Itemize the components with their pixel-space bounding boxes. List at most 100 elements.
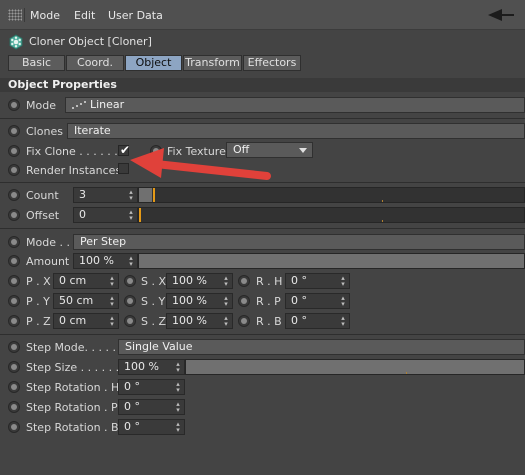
scale-x-value: 100 % — [172, 274, 207, 287]
menu-mode[interactable]: Mode — [30, 9, 60, 22]
menu-edit[interactable]: Edit — [74, 9, 95, 22]
step-size-anim-dot[interactable] — [8, 361, 20, 373]
tab-object[interactable]: Object — [125, 55, 182, 71]
tab-basic[interactable]: Basic — [8, 55, 65, 71]
offset-slider[interactable] — [138, 207, 525, 223]
step-rot-p-label: Step Rotation . P — [26, 401, 118, 414]
clones-dropdown[interactable]: Iterate — [67, 123, 525, 139]
spinner-icon[interactable]: ▴ ▾ — [340, 315, 346, 328]
step-mode-anim-dot[interactable] — [8, 341, 20, 353]
step-rot-h-input[interactable]: 0 ° ▴ ▾ — [118, 379, 185, 395]
step-rot-b-anim-dot[interactable] — [8, 421, 20, 433]
pos-x-anim-dot[interactable] — [8, 275, 20, 287]
amount-value: 100 % — [79, 254, 114, 267]
spinner-icon[interactable]: ▴ ▾ — [223, 275, 229, 288]
clones-anim-dot[interactable] — [8, 125, 20, 137]
pos-y-label: P . Y — [26, 295, 50, 308]
amount-anim-dot[interactable] — [8, 255, 20, 267]
tab-coord[interactable]: Coord. — [66, 55, 124, 71]
pos-z-value: 0 cm — [59, 314, 87, 327]
fix-clone-anim-dot[interactable] — [8, 145, 20, 157]
object-title: Cloner Object [Cloner] — [29, 35, 152, 48]
spinner-icon[interactable]: ▴ ▾ — [128, 189, 134, 202]
count-anim-dot[interactable] — [8, 189, 20, 201]
rot-p-anim-dot[interactable] — [238, 295, 250, 307]
spinner-icon[interactable]: ▴ ▾ — [109, 295, 115, 308]
mode-anim-dot[interactable] — [8, 99, 20, 111]
spinner-icon[interactable]: ▴ ▾ — [109, 275, 115, 288]
tab-effectors[interactable]: Effectors — [243, 55, 301, 71]
slider-tick — [382, 220, 383, 222]
spinner-icon[interactable]: ▴ ▾ — [175, 381, 181, 394]
step-rot-b-input[interactable]: 0 ° ▴ ▾ — [118, 419, 185, 435]
scale-z-anim-dot[interactable] — [124, 315, 136, 327]
spinner-icon[interactable]: ▴ ▾ — [128, 209, 134, 222]
count-slider[interactable] — [138, 187, 525, 203]
offset-slider-handle[interactable] — [139, 208, 141, 222]
spinner-icon[interactable]: ▴ ▾ — [223, 315, 229, 328]
spinner-icon[interactable]: ▴ ▾ — [109, 315, 115, 328]
step-rot-p-input[interactable]: 0 ° ▴ ▾ — [118, 399, 185, 415]
offset-value: 0 — [79, 208, 86, 221]
pos-x-input[interactable]: 0 cm ▴ ▾ — [53, 273, 119, 289]
step-block-mode-value: Per Step — [80, 235, 127, 248]
scale-x-anim-dot[interactable] — [124, 275, 136, 287]
render-instances-anim-dot[interactable] — [8, 164, 20, 176]
amount-input[interactable]: 100 % ▴ ▾ — [73, 253, 138, 269]
scale-z-input[interactable]: 100 % ▴ ▾ — [166, 313, 233, 329]
spinner-icon[interactable]: ▴ ▾ — [223, 295, 229, 308]
mode-dropdown[interactable]: Linear — [65, 97, 525, 113]
rot-b-input[interactable]: 0 ° ▴ ▾ — [285, 313, 350, 329]
step-block-mode-label: Mode . . — [26, 236, 70, 249]
pos-z-input[interactable]: 0 cm ▴ ▾ — [53, 313, 119, 329]
annotation-arrow — [130, 148, 271, 180]
grip-icon[interactable] — [8, 9, 22, 21]
rot-h-input[interactable]: 0 ° ▴ ▾ — [285, 273, 350, 289]
scale-y-anim-dot[interactable] — [124, 295, 136, 307]
section-header: Object Properties — [0, 78, 525, 92]
scale-y-label: S . Y — [141, 295, 166, 308]
step-mode-dropdown[interactable]: Single Value — [118, 339, 525, 355]
clones-label: Clones — [26, 125, 63, 138]
step-rot-h-value: 0 ° — [124, 380, 140, 393]
cloner-icon — [9, 34, 23, 50]
divider — [0, 228, 525, 229]
offset-input[interactable]: 0 ▴ ▾ — [73, 207, 138, 223]
spinner-icon[interactable]: ▴ ▾ — [128, 255, 134, 268]
spinner-icon[interactable]: ▴ ▾ — [340, 295, 346, 308]
linear-mode-icon — [72, 101, 86, 109]
scale-x-input[interactable]: 100 % ▴ ▾ — [166, 273, 233, 289]
divider — [0, 334, 525, 335]
count-slider-handle[interactable] — [153, 188, 155, 202]
rot-p-input[interactable]: 0 ° ▴ ▾ — [285, 293, 350, 309]
divider — [0, 118, 525, 119]
count-input[interactable]: 3 ▴ ▾ — [73, 187, 138, 203]
pos-y-anim-dot[interactable] — [8, 295, 20, 307]
spinner-icon[interactable]: ▴ ▾ — [175, 421, 181, 434]
amount-slider[interactable] — [138, 253, 525, 269]
step-rot-h-anim-dot[interactable] — [8, 381, 20, 393]
pos-y-input[interactable]: 50 cm ▴ ▾ — [53, 293, 119, 309]
step-size-input[interactable]: 100 % ▴ ▾ — [118, 359, 185, 375]
menu-user-data[interactable]: User Data — [108, 9, 163, 22]
spinner-icon[interactable]: ▴ ▾ — [175, 401, 181, 414]
scale-z-value: 100 % — [172, 314, 207, 327]
spinner-icon[interactable]: ▴ ▾ — [340, 275, 346, 288]
rot-b-anim-dot[interactable] — [238, 315, 250, 327]
rot-h-anim-dot[interactable] — [238, 275, 250, 287]
tab-transform[interactable]: Transform — [183, 55, 242, 71]
clones-value: Iterate — [74, 124, 111, 137]
pos-x-value: 0 cm — [59, 274, 87, 287]
step-rot-p-anim-dot[interactable] — [8, 401, 20, 413]
step-size-slider[interactable] — [185, 359, 525, 375]
scale-y-input[interactable]: 100 % ▴ ▾ — [166, 293, 233, 309]
pos-x-label: P . X — [26, 275, 51, 288]
spinner-icon[interactable]: ▴ ▾ — [175, 361, 181, 374]
pos-z-anim-dot[interactable] — [8, 315, 20, 327]
amount-label: Amount — [26, 255, 70, 268]
step-block-mode-anim-dot[interactable] — [8, 236, 20, 248]
offset-anim-dot[interactable] — [8, 209, 20, 221]
count-label: Count — [26, 189, 59, 202]
scale-z-label: S . Z — [141, 315, 167, 328]
step-block-mode-dropdown[interactable]: Per Step — [73, 234, 525, 250]
